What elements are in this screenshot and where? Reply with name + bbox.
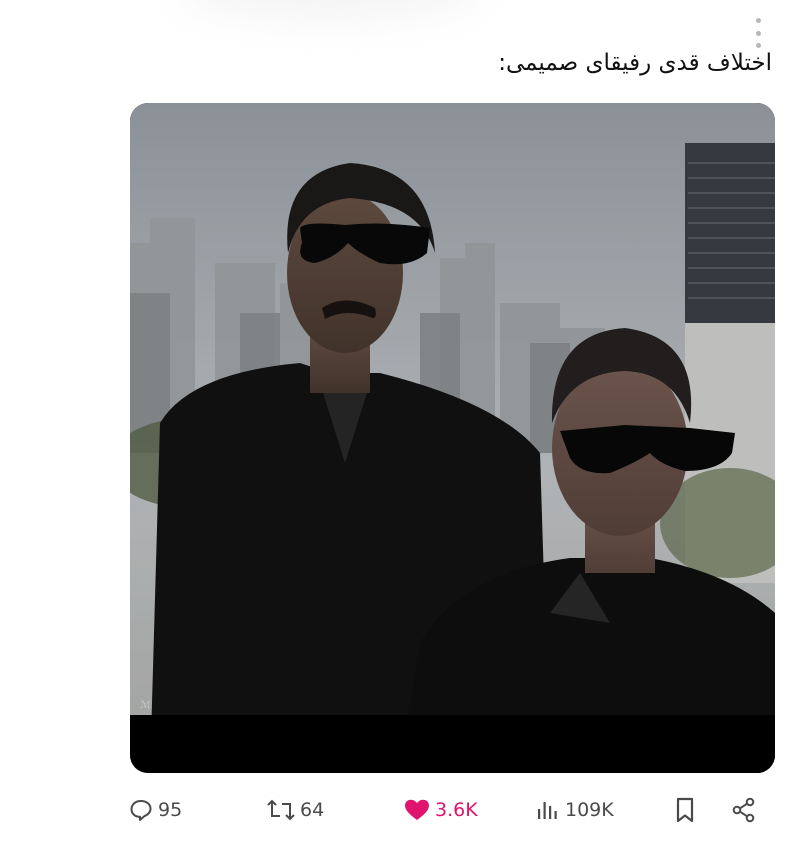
repost-button[interactable]: 64 bbox=[266, 788, 324, 832]
views-count: 109K bbox=[565, 799, 614, 821]
like-button[interactable]: 3.6K bbox=[403, 788, 478, 832]
bookmark-button[interactable] bbox=[673, 788, 697, 832]
repost-arrows-icon bbox=[267, 799, 295, 821]
bar-chart-icon bbox=[538, 802, 557, 819]
like-count: 3.6K bbox=[435, 799, 478, 821]
reply-count: 95 bbox=[158, 799, 183, 821]
share-button[interactable] bbox=[730, 788, 758, 832]
share-icon bbox=[732, 797, 755, 823]
post-image[interactable]: ℳ bbox=[130, 103, 775, 773]
more-options-icon[interactable] bbox=[748, 18, 768, 48]
views-button[interactable]: 109K bbox=[535, 788, 614, 832]
repost-count: 64 bbox=[300, 799, 325, 821]
dot bbox=[755, 30, 761, 36]
svg-text:ℳ: ℳ bbox=[140, 700, 151, 711]
post-text: اختلاف قدی رفیقای صمیمی: bbox=[498, 50, 772, 76]
heart-filled-icon bbox=[405, 799, 429, 820]
photo-two-men-sunglasses: ℳ bbox=[130, 103, 775, 773]
top-fade-decoration bbox=[180, 0, 480, 20]
reply-button[interactable]: 95 bbox=[128, 788, 182, 832]
comment-bubble-icon bbox=[130, 800, 152, 821]
action-bar: 95 64 3.6K 109K bbox=[0, 788, 800, 832]
dot bbox=[755, 43, 761, 48]
post-card: اختلاف قدی رفیقای صمیمی: ℳ 95 64 3.6K 10… bbox=[0, 0, 800, 841]
bookmark-icon bbox=[676, 797, 694, 823]
dot bbox=[755, 18, 761, 23]
